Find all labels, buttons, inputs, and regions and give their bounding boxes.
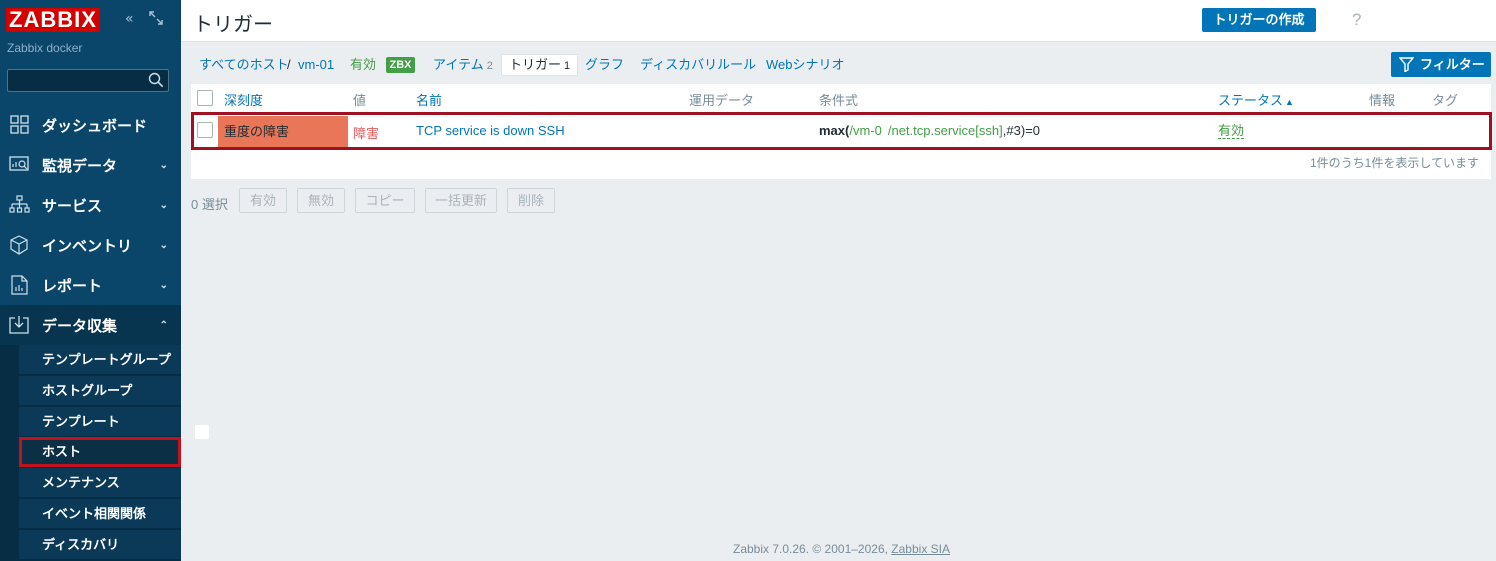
chevron-down-icon: ⌄ [159,199,168,211]
host-link[interactable]: vm-01 [298,57,334,72]
menu-label: レポート [42,277,103,295]
zbx-availability-badge: ZBX [386,57,415,73]
select-all-checkbox[interactable] [197,90,213,106]
triggers-table: 深刻度 値 名前 運用データ 条件式 ステータス ▲ 情報 タグ 重度の障害 障害… [191,84,1492,179]
submenu-template-groups[interactable]: テンプレートグループ [19,345,181,375]
data-collection-icon [9,316,29,334]
disable-button[interactable]: 無効 [297,188,345,213]
submenu-host-groups[interactable]: ホストグループ [19,376,181,406]
menu-monitoring[interactable]: 監視データ ⌄ [0,145,181,185]
footer-copyright: Zabbix 7.0.26. © 2001–2026, Zabbix SIA [733,542,950,556]
data-collection-submenu: テンプレートグループ ホストグループ テンプレート ホスト メンテナンス イベン… [0,345,181,561]
items-link[interactable]: アイテム [433,57,484,72]
reports-icon [11,275,28,295]
filter-button[interactable]: フィルター [1391,52,1491,77]
menu-data-collection[interactable]: データ収集 ⌃ [0,305,181,345]
filter-label: フィルター [1420,57,1485,72]
triggers-label: トリガー [509,57,562,72]
enable-button[interactable]: 有効 [239,188,287,213]
footer-link[interactable]: Zabbix SIA [891,542,950,556]
chevron-down-icon: ⌄ [159,239,168,251]
col-status[interactable]: ステータス ▲ [1218,90,1294,109]
monitoring-icon [9,156,29,171]
tab-discovery-rules[interactable]: ディスカバリルール [640,55,756,75]
help-icon[interactable]: ? [1352,10,1361,30]
row-highlight [191,112,1492,150]
blank-square [195,425,209,439]
sidebar: ZABBIX « Zabbix docker ダッシュボード 監視データ ⌄ サ… [0,0,181,561]
chevron-down-icon: ⌄ [159,159,168,171]
menu-inventory[interactable]: インベントリ ⌄ [0,225,181,265]
discovery-link[interactable]: ディスカバリルール [640,57,756,72]
search-icon[interactable] [148,72,164,88]
triggers-count: 1 [564,60,571,72]
tab-items[interactable]: アイテム 2 [433,55,493,75]
menu-label: ダッシュボード [42,117,148,135]
submenu-discovery[interactable]: ディスカバリ [19,530,181,560]
copy-button[interactable]: コピー [355,188,415,213]
create-trigger-button[interactable]: トリガーの作成 [1202,8,1316,32]
inventory-icon [10,235,28,255]
delete-button[interactable]: 削除 [507,188,555,213]
col-value: 値 [353,93,367,108]
col-info: 情報 [1369,93,1396,108]
submenu-hosts[interactable]: ホスト [19,437,181,467]
menu-dashboard[interactable]: ダッシュボード [0,105,181,145]
breadcrumb-separator: / [287,57,291,72]
selected-count: 0 選択 [191,197,228,212]
kiosk-icon[interactable] [149,11,163,29]
dashboard-icon [10,115,29,134]
menu-label: サービス [42,197,103,215]
all-hosts-link[interactable]: すべてのホスト [199,57,289,72]
col-severity[interactable]: 深刻度 [224,90,263,109]
mass-update-button[interactable]: 一括更新 [425,188,497,213]
sort-asc-icon: ▲ [1285,97,1294,107]
items-count: 2 [486,60,493,72]
tab-web-scenarios[interactable]: Webシナリオ [766,55,845,75]
footer-text: Zabbix 7.0.26. © 2001–2026, [733,542,892,556]
col-tags: タグ [1432,93,1459,108]
tab-triggers[interactable]: トリガー 1 [501,54,579,76]
host-status[interactable]: 有効 [350,55,376,75]
server-name: Zabbix docker [7,41,83,55]
menu-reports[interactable]: レポート ⌄ [0,265,181,305]
zabbix-logo[interactable]: ZABBIX [6,8,100,32]
filter-icon [1399,57,1414,72]
submenu-event-correlation[interactable]: イベント相関関係 [19,499,181,529]
page-title: トリガー [193,14,273,36]
breadcrumb-all-hosts[interactable]: すべてのホスト [199,55,289,75]
graphs-link[interactable]: グラフ [585,57,624,72]
services-icon [9,195,30,213]
menu-label: インベントリ [42,237,133,255]
breadcrumb-host[interactable]: vm-01 [298,55,334,75]
chevron-up-icon: ⌃ [159,319,168,331]
submenu-templates[interactable]: テンプレート [19,407,181,437]
collapse-icon[interactable]: « [125,11,134,27]
menu-services[interactable]: サービス ⌄ [0,185,181,225]
menu-label: 監視データ [42,157,118,175]
table-stats: 1件のうち1件を表示しています [1310,156,1479,170]
web-link[interactable]: Webシナリオ [766,57,845,72]
chevron-down-icon: ⌄ [159,279,168,291]
col-expression: 条件式 [819,93,859,108]
tab-graphs[interactable]: グラフ [585,55,624,75]
status-header-label: ステータス [1218,93,1284,108]
submenu-maintenance[interactable]: メンテナンス [19,468,181,498]
col-name[interactable]: 名前 [416,90,442,109]
col-operational-data: 運用データ [689,93,755,108]
sidebar-search-input[interactable] [7,69,169,92]
menu-label: データ収集 [42,317,118,335]
